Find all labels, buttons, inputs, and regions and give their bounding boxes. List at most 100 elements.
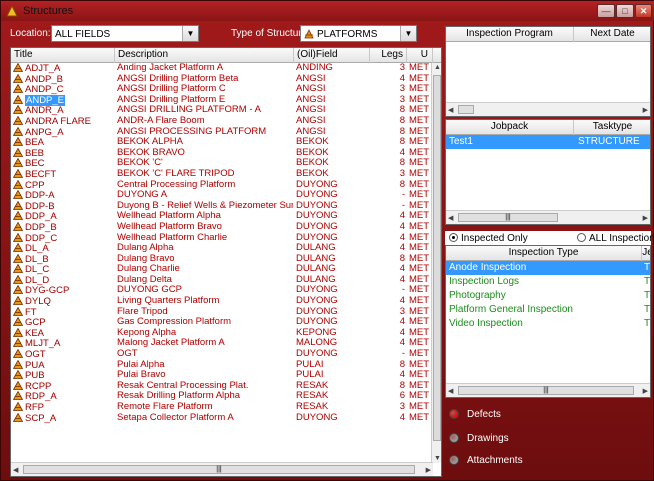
inspection-type-row[interactable]: Photography T xyxy=(446,289,650,303)
scroll-thumb[interactable]: ||| xyxy=(23,465,415,474)
column-header-field[interactable]: (Oil)Field xyxy=(294,48,370,63)
legs-cell: 3 xyxy=(399,306,405,317)
platform-icon xyxy=(13,232,23,242)
scroll-right-icon[interactable]: ▶ xyxy=(643,106,648,114)
title-bar[interactable]: Structures — □ ✕ xyxy=(1,1,654,21)
table-row[interactable]: BEC BEKOK 'C' BEKOK 8 MET xyxy=(11,158,433,169)
column-header-inspection-type[interactable]: Inspection Type xyxy=(446,246,642,261)
column-header-je[interactable]: Je xyxy=(642,246,650,261)
panel-horizontal-scrollbar[interactable]: ||| ◀ ▶ xyxy=(446,210,650,224)
table-row[interactable]: DL_C Dulang Charlie DULANG 4 MET xyxy=(11,264,433,275)
maximize-button[interactable]: □ xyxy=(616,4,634,18)
column-header-next-date[interactable]: Next Date xyxy=(574,27,650,42)
structure-type-dropdown[interactable]: PLATFORMS ▼ xyxy=(300,25,417,42)
table-row[interactable]: DDP_A Wellhead Platform Alpha DUYONG 4 MET xyxy=(11,211,433,222)
defects-item[interactable]: Defects xyxy=(449,409,501,420)
table-row[interactable]: ANDRA FLARE ANDR-A Flare Boom ANGSI 8 MET xyxy=(11,115,433,127)
scroll-up-icon[interactable]: ▲ xyxy=(434,64,441,71)
scroll-down-icon[interactable]: ▼ xyxy=(434,455,441,462)
table-row[interactable]: ANDR_A ANGSI DRILLING PLATFORM - A ANGSI 8 M… xyxy=(11,105,433,116)
table-row[interactable]: SCP_A Setapa Collector Platform A DUYONG 4 M… xyxy=(11,412,433,423)
description-cell: Flare Tripod xyxy=(117,306,168,317)
table-row[interactable]: DDP-A DUYONG A DUYONG - MET xyxy=(11,190,433,201)
table-row[interactable]: ANDP_B ANGSI Drilling Platform Beta ANGSI 4… xyxy=(11,73,433,85)
table-row[interactable]: PUA Pulai Alpha PULAI 8 MET xyxy=(11,359,433,370)
inspection-type-je: T xyxy=(644,276,651,287)
jobpack-row[interactable]: Test1 STRUCTURE xyxy=(446,135,650,149)
inspection-type-row[interactable]: Inspection Logs T xyxy=(446,275,650,289)
location-dropdown[interactable]: ALL FIELDS ▼ xyxy=(51,25,199,42)
scroll-right-icon[interactable]: ▶ xyxy=(643,214,648,222)
table-row[interactable]: BECFT BEKOK 'C' FLARE TRIPOD BEKOK 3 MET xyxy=(11,168,433,180)
panel-horizontal-scrollbar[interactable]: ◀ ▶ xyxy=(446,102,650,116)
all-inspection-radio[interactable]: ALL Inspection xyxy=(577,233,654,244)
column-header-description[interactable]: Description xyxy=(115,48,294,63)
drawings-item[interactable]: Drawings xyxy=(449,433,509,444)
column-header-inspection-program[interactable]: Inspection Program xyxy=(446,27,574,42)
scroll-thumb[interactable]: ||| xyxy=(458,386,634,395)
close-button[interactable]: ✕ xyxy=(635,4,652,18)
table-row[interactable]: OGT OGT DUYONG - MET xyxy=(11,349,433,360)
table-row[interactable]: GCP Gas Compression Platform DUYONG 4 MET xyxy=(11,317,433,328)
field-cell: DULANG xyxy=(296,274,336,285)
chevron-down-icon[interactable]: ▼ xyxy=(182,26,198,41)
scroll-left-icon[interactable]: ◀ xyxy=(448,214,453,222)
column-header-unit[interactable]: U xyxy=(407,48,433,63)
structures-grid: Title Description (Oil)Field Legs U ADJT… xyxy=(10,47,442,477)
table-row[interactable]: RFP Remote Flare Platform RESAK 3 MET xyxy=(11,402,433,413)
structure-title: DL_B xyxy=(25,253,49,265)
table-row[interactable]: RCPP Resak Central Processing Plat. RESAK 8… xyxy=(11,380,433,392)
scroll-thumb[interactable] xyxy=(433,75,441,441)
structure-title: ANDP_B xyxy=(25,73,64,85)
scroll-left-icon[interactable]: ◀ xyxy=(448,387,453,395)
table-row[interactable]: DDP_B Wellhead Platform Bravo DUYONG 4 MET xyxy=(11,221,433,233)
panel-horizontal-scrollbar[interactable]: ||| ◀ ▶ xyxy=(446,383,650,397)
column-header-legs[interactable]: Legs xyxy=(370,48,407,63)
grid-horizontal-scrollbar[interactable]: ◀ ||| ▶ xyxy=(11,462,433,476)
column-header-title[interactable]: Title xyxy=(11,48,115,63)
unit-cell: MET xyxy=(409,412,430,423)
table-row[interactable]: BEB BEKOK BRAVO BEKOK 4 MET xyxy=(11,147,433,159)
attachments-item[interactable]: Attachments xyxy=(449,455,523,466)
platform-icon xyxy=(13,73,23,83)
table-row[interactable]: DL_D Dulang Delta DULANG 4 MET xyxy=(11,274,433,286)
description-cell: Duyong B - Relief Wells & Piezometer Sur… xyxy=(117,200,293,211)
inspection-type-row[interactable]: Anode Inspection T xyxy=(446,261,650,275)
table-row[interactable]: RDP_A Resak Drilling Platform Alpha RESAK 6… xyxy=(11,391,433,402)
grid-vertical-scrollbar[interactable]: ▲ ▼ xyxy=(431,63,441,463)
inspection-type-name: Inspection Logs xyxy=(449,276,520,287)
panel-header: Inspection Type Je xyxy=(446,246,650,261)
table-row[interactable]: ANPG_A ANGSI PROCESSING PLATFORM ANGSI 8 MET xyxy=(11,126,433,137)
table-row[interactable]: PUB Pulai Bravo PULAI 4 MET xyxy=(11,370,433,381)
structure-title: RCPP xyxy=(25,380,52,392)
table-row[interactable]: CPP Central Processing Platform DUYONG 8 MET xyxy=(11,179,433,190)
column-header-tasktype[interactable]: Tasktype xyxy=(574,120,650,135)
table-row[interactable]: MLJT_A Malong Jacket Platform A MALONG 4 MET xyxy=(11,338,433,349)
scroll-left-icon[interactable]: ◀ xyxy=(448,106,453,114)
table-row[interactable]: DL_B Dulang Bravo DULANG 8 MET xyxy=(11,253,433,265)
table-row[interactable]: KEA Kepong Alpha KEPONG 4 MET xyxy=(11,327,433,339)
table-row[interactable]: ANDP_E ANGSI Drilling Platform E ANGSI 3 MET xyxy=(11,94,433,106)
unit-cell: MET xyxy=(409,349,430,360)
inspection-type-row[interactable]: Video Inspection T xyxy=(446,317,650,331)
scroll-thumb[interactable] xyxy=(458,105,474,114)
scroll-thumb[interactable]: ||| xyxy=(458,213,558,222)
table-row[interactable]: DL_A Dulang Alpha DULANG 4 MET xyxy=(11,243,433,254)
column-header-jobpack[interactable]: Jobpack xyxy=(446,120,574,135)
inspection-type-row[interactable]: Platform General Inspection T xyxy=(446,303,650,317)
table-row[interactable]: DDP-B Duyong B - Relief Wells & Piezomete… xyxy=(11,200,433,212)
scroll-right-icon[interactable]: ▶ xyxy=(643,387,648,395)
table-row[interactable]: DYG-GCP DUYONG GCP DUYONG - MET xyxy=(11,285,433,296)
table-row[interactable]: ANDP_C ANGSI Drilling Platform C ANGSI 3 MET xyxy=(11,84,433,95)
table-row[interactable]: ADJT_A Anding Jacket Platform A ANDING 3 MET xyxy=(11,63,433,74)
scroll-right-icon[interactable]: ▶ xyxy=(426,466,431,474)
scroll-left-icon[interactable]: ◀ xyxy=(13,466,18,474)
window-title: Structures xyxy=(23,5,74,17)
table-row[interactable]: DYLQ Living Quarters Platform DUYONG 4 MET xyxy=(11,296,433,307)
table-row[interactable]: FT Flare Tripod DUYONG 3 MET xyxy=(11,306,433,317)
minimize-button[interactable]: — xyxy=(597,4,615,18)
table-row[interactable]: DDP_C Wellhead Platform Charlie DUYONG 4 MET xyxy=(11,232,433,243)
chevron-down-icon[interactable]: ▼ xyxy=(400,26,416,41)
table-row[interactable]: BEA BEKOK ALPHA BEKOK 8 MET xyxy=(11,137,433,148)
inspected-only-radio[interactable]: Inspected Only xyxy=(449,233,528,244)
